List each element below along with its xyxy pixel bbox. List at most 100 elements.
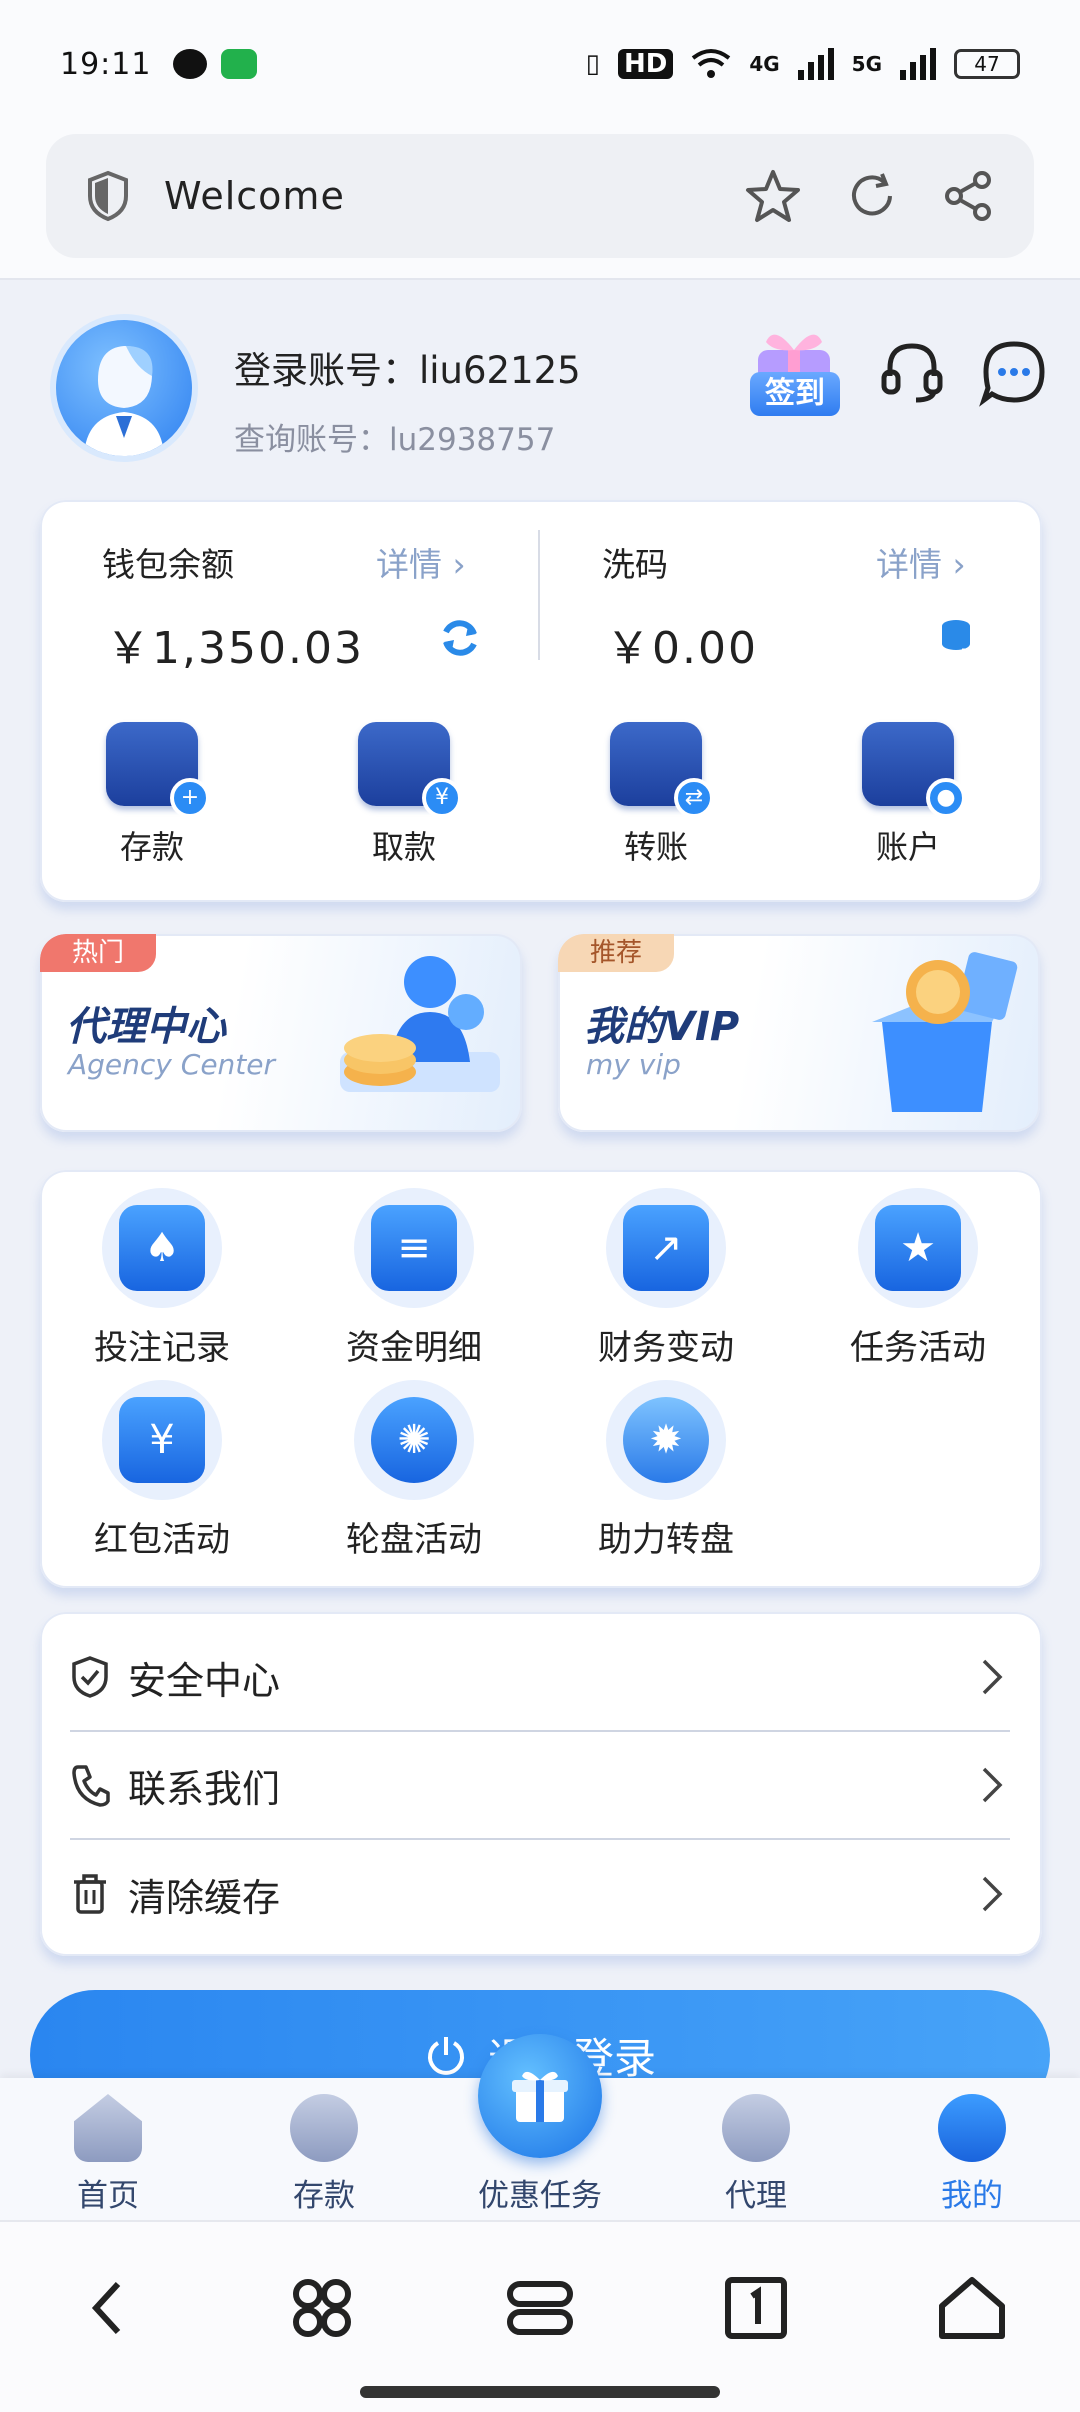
transfer-badge-icon: ⇄: [674, 778, 714, 818]
vip-title: 我的VIP: [584, 1004, 740, 1050]
chart-trend-icon: ↗: [606, 1188, 726, 1308]
task-activity-label: 任务活动: [850, 1328, 986, 1368]
wash-label: 洗码: [602, 545, 668, 584]
security-center-label: 安全中心: [128, 1658, 281, 1703]
withdraw-button[interactable]: ¥ 取款: [334, 722, 474, 868]
balance-detail-link[interactable]: 详情 ›: [376, 538, 466, 586]
hd-label: HD: [617, 49, 674, 79]
page-title: Welcome: [164, 174, 345, 218]
system-nav-bar: [0, 2220, 1080, 2412]
avatar[interactable]: [50, 314, 198, 462]
tab-promotions-label: 优惠任务: [478, 2178, 602, 2214]
chat-icon[interactable]: [978, 336, 1050, 408]
agency-center-card[interactable]: 热门 代理中心 Agency Center: [40, 934, 522, 1132]
clear-cache-row[interactable]: 清除缓存: [70, 1840, 1010, 1948]
refresh-balance-icon[interactable]: [438, 616, 482, 660]
recommend-tag: 推荐: [558, 934, 674, 972]
tab-mine-label: 我的: [941, 2178, 1003, 2214]
network-4g-label: 4G: [749, 52, 780, 76]
card-icon: ¥: [358, 722, 462, 818]
profile-header: 登录账号：liu62125 查询账号：lu2938757 签到: [0, 300, 1080, 470]
gift-icon: [512, 2071, 568, 2122]
vip-gift-illustration-icon: [872, 952, 1018, 1112]
battery-indicator: 47: [954, 49, 1020, 79]
balance-label: 钱包余额: [102, 545, 234, 584]
deposit-label: 存款: [119, 828, 184, 866]
wash-detail-link[interactable]: 详情 ›: [876, 538, 966, 586]
apps-icon[interactable]: [282, 2268, 362, 2348]
tab-home[interactable]: 首页: [38, 2094, 178, 2215]
account-button[interactable]: ● 账户: [838, 722, 978, 868]
tab-promotions[interactable]: [478, 2034, 602, 2158]
person-tab-icon: [938, 2094, 1006, 2162]
account-label: 账户: [875, 828, 940, 866]
calendar-star-icon: ★: [858, 1188, 978, 1308]
fund-details-item[interactable]: ≡ 资金明细: [314, 1188, 514, 1369]
shield-icon[interactable]: [86, 170, 130, 222]
tab-agent-label: 代理: [725, 2178, 787, 2214]
deposit-button[interactable]: + 存款: [82, 722, 222, 868]
signal-icon-2: [900, 48, 936, 80]
avatar-person-icon: [84, 346, 164, 456]
feature-grid: ♠ 投注记录 ≡ 资金明细 ↗ 财务变动 ★ 任务活动 ¥ 红包活动 ✺ 轮盘活…: [40, 1170, 1042, 1588]
customer-service-icon[interactable]: [876, 336, 948, 408]
refresh-icon[interactable]: [846, 170, 898, 222]
balance-amount: ￥1,350.03: [106, 623, 364, 674]
bet-records-label: 投注记录: [94, 1328, 230, 1368]
wheel-icon: ✺: [354, 1380, 474, 1500]
chevron-right-icon: [982, 1767, 1003, 1803]
chevron-right-icon: [982, 1659, 1003, 1695]
settings-menu: 安全中心 联系我们 清除缓存: [40, 1612, 1042, 1956]
transfer-button[interactable]: ⇄ 转账: [586, 722, 726, 868]
tab-count-icon[interactable]: [716, 2268, 796, 2348]
shield-check-icon: [72, 1656, 108, 1698]
agent-tab-icon: [722, 2094, 790, 2162]
home-nav-icon[interactable]: [932, 2268, 1012, 2348]
back-icon[interactable]: [70, 2268, 150, 2348]
wechat-icon: [173, 49, 208, 79]
roulette-item[interactable]: ✺ 轮盘活动: [314, 1380, 514, 1561]
agency-title: 代理中心: [66, 1004, 226, 1050]
star-icon[interactable]: [744, 168, 802, 224]
tab-mine[interactable]: 我的: [902, 2094, 1042, 2215]
bet-records-item[interactable]: ♠ 投注记录: [62, 1188, 262, 1369]
home-indicator[interactable]: [360, 2386, 720, 2398]
status-bar: 19:11 ▯ HD 4G 5G 47: [0, 0, 1080, 128]
fund-details-label: 资金明细: [346, 1328, 482, 1368]
deposit-badge-icon: +: [170, 778, 210, 818]
message-app-icon: [221, 49, 258, 79]
transfer-icon: ⇄: [610, 722, 714, 818]
wallet-card: 钱包余额 详情 › ￥1,350.03 洗码 详情 › ￥0.00 + 存款 ¥…: [40, 500, 1042, 902]
assist-wheel-item[interactable]: ✹ 助力转盘: [566, 1380, 766, 1561]
notebook-spade-icon: ♠: [102, 1188, 222, 1308]
tabs-switcher-icon[interactable]: [500, 2268, 580, 2348]
agency-subtitle: Agency Center: [68, 1048, 276, 1081]
document-icon: ≡: [354, 1188, 474, 1308]
roulette-label: 轮盘活动: [346, 1520, 482, 1560]
signin-button[interactable]: 签到: [750, 372, 840, 416]
contact-us-label: 联系我们: [128, 1766, 281, 1811]
tab-agent[interactable]: 代理: [686, 2094, 826, 2215]
home-icon: [74, 2094, 142, 2162]
wallet-divider: [538, 530, 540, 660]
task-activity-item[interactable]: ★ 任务活动: [818, 1188, 1018, 1369]
hot-tag: 热门: [40, 934, 156, 972]
database-icon[interactable]: [938, 618, 978, 658]
share-icon[interactable]: [942, 170, 994, 222]
red-packet-label: 红包活动: [94, 1520, 230, 1560]
browser-toolbar: Welcome: [0, 128, 1080, 280]
tab-deposit[interactable]: 存款: [254, 2094, 394, 2215]
chevron-right-icon: [982, 1876, 1003, 1912]
financial-changes-item[interactable]: ↗ 财务变动: [566, 1188, 766, 1369]
address-bar[interactable]: Welcome: [46, 134, 1034, 258]
tab-home-label: 首页: [77, 2178, 139, 2214]
contact-us-row[interactable]: 联系我们: [70, 1732, 1010, 1840]
account-icon: ●: [862, 722, 966, 818]
prize-wheel-icon: ✹: [606, 1380, 726, 1500]
security-center-row[interactable]: 安全中心: [70, 1624, 1010, 1732]
my-vip-card[interactable]: 推荐 我的VIP my vip: [558, 934, 1040, 1132]
login-account: 登录账号：liu62125: [234, 349, 581, 392]
signal-icon: [797, 48, 834, 80]
red-packet-item[interactable]: ¥ 红包活动: [62, 1380, 262, 1561]
vibrate-icon: ▯: [585, 49, 600, 79]
